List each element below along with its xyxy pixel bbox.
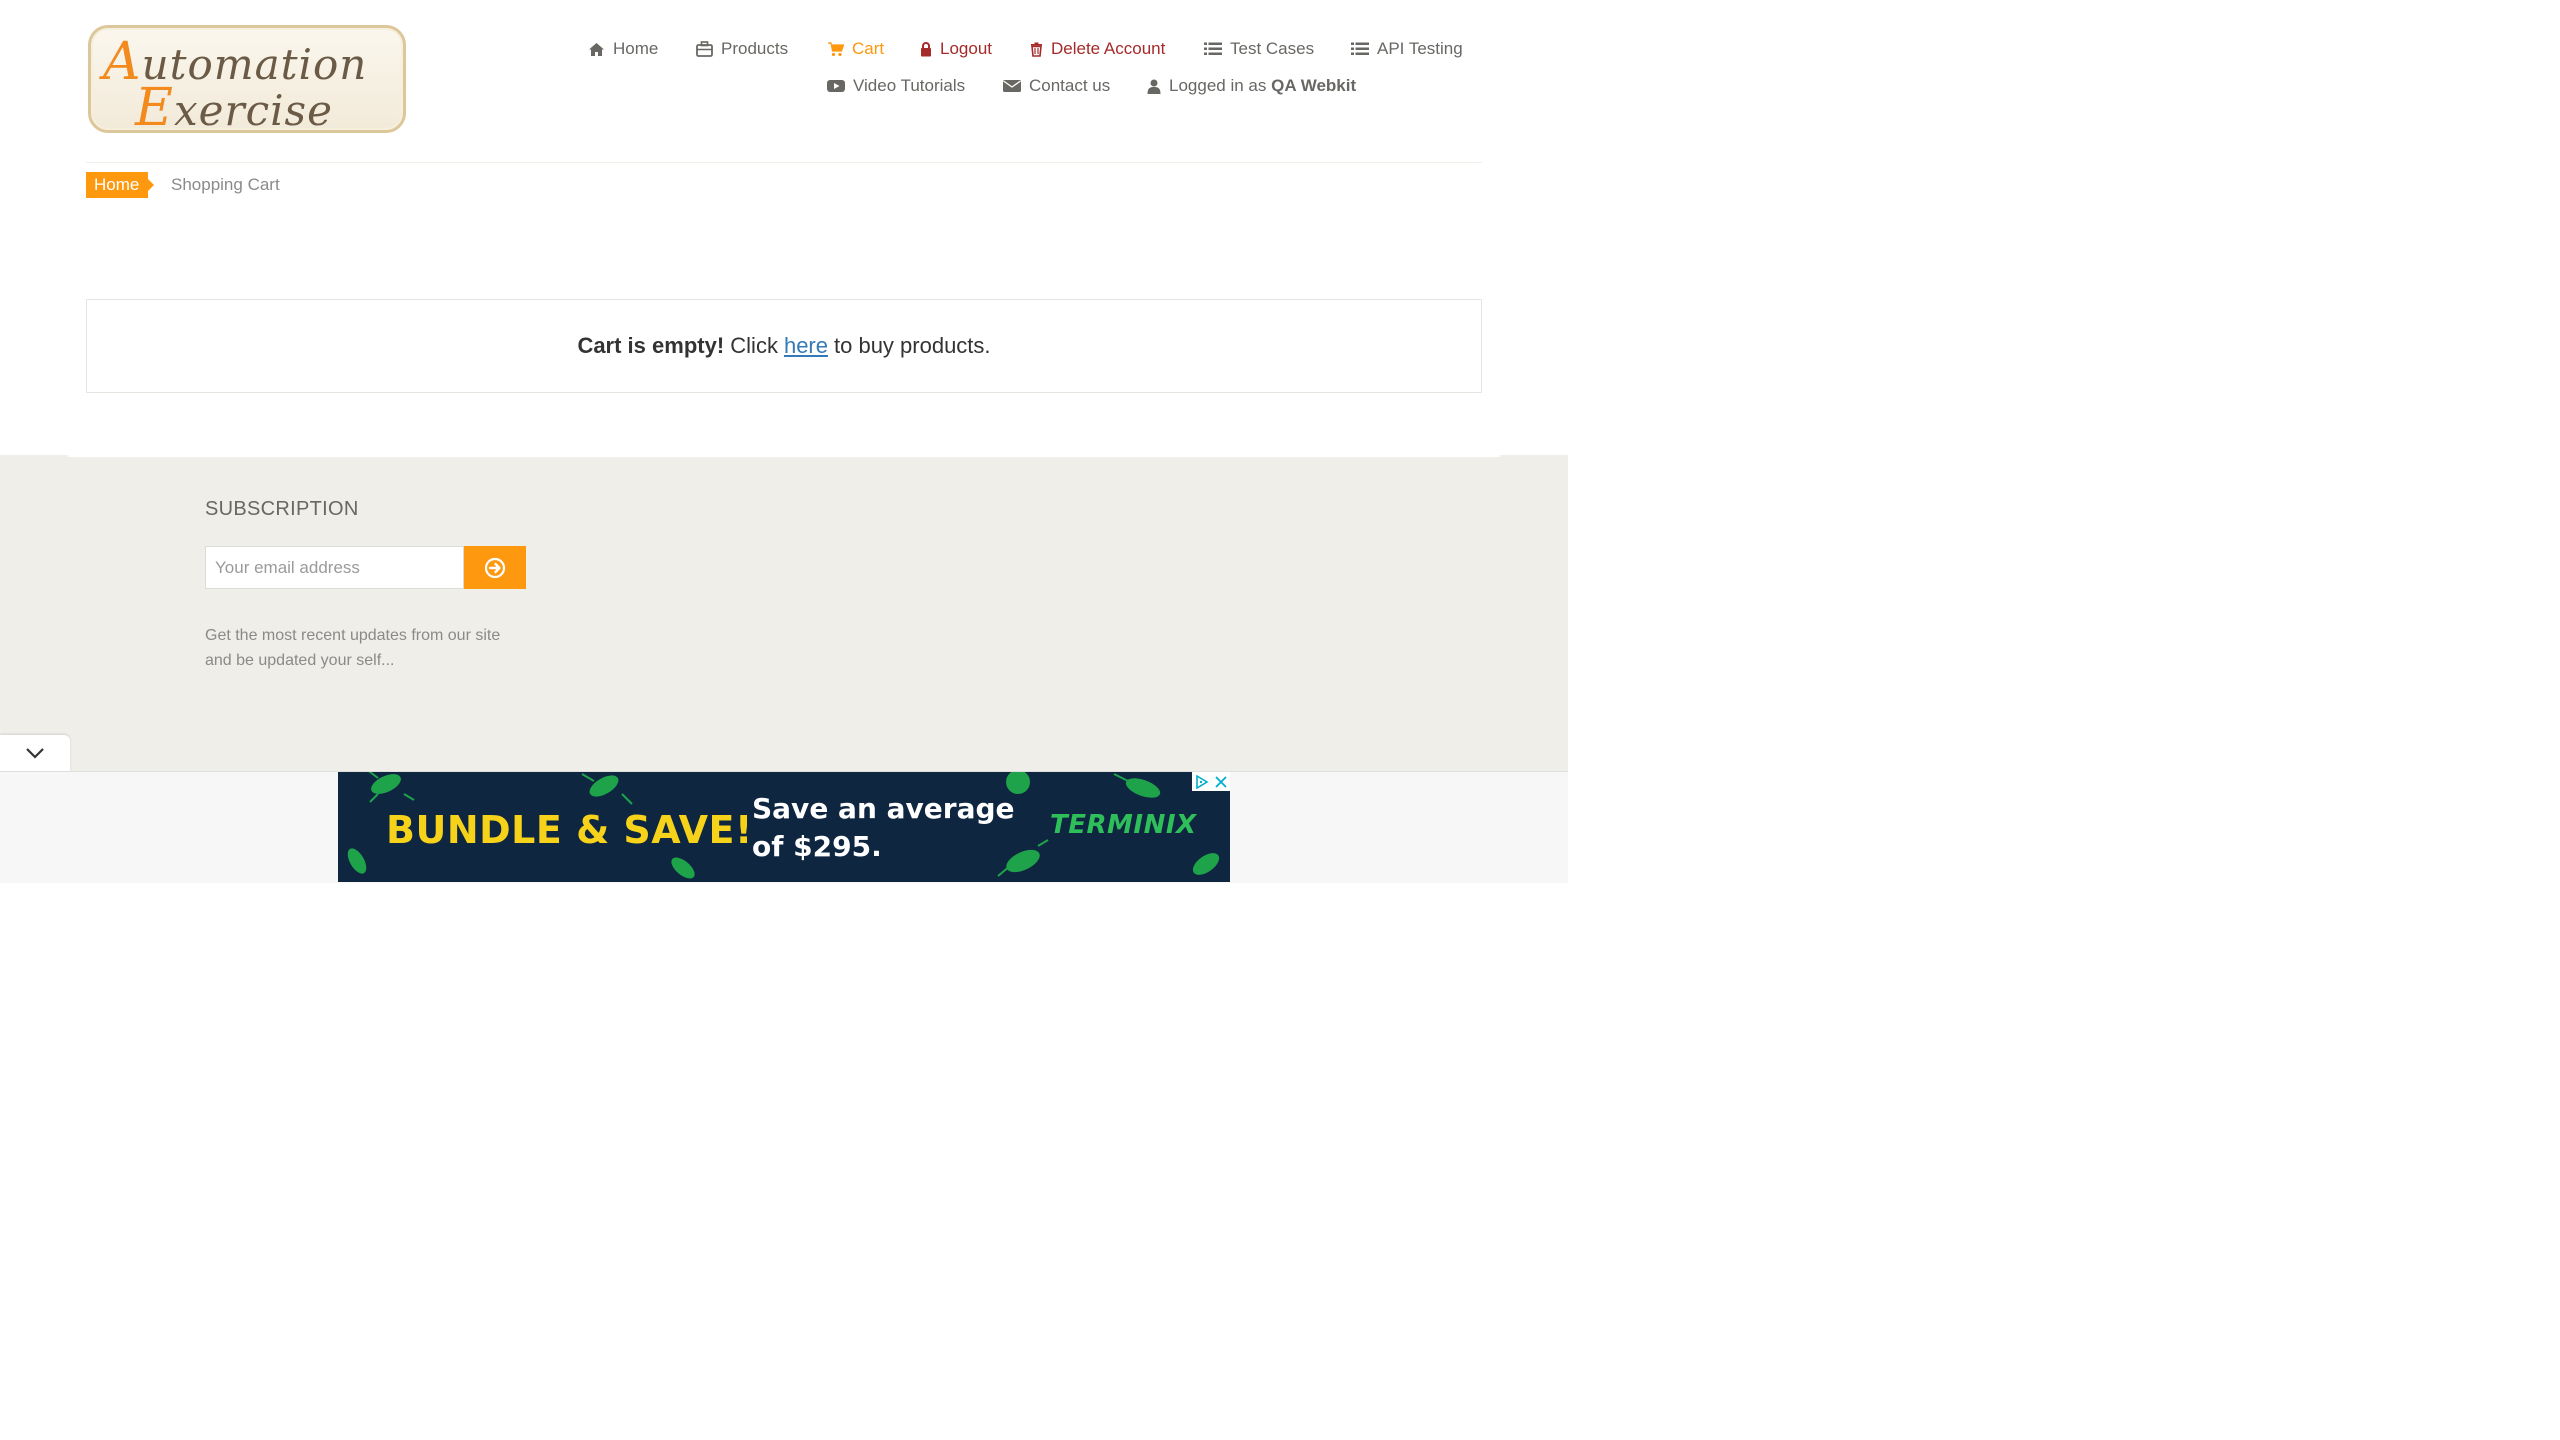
nav-api-testing[interactable]: API Testing [1351, 39, 1463, 59]
ad-banner[interactable]: BUNDLE & SAVE! Save an average of $295. … [338, 772, 1230, 882]
logged-in-username: QA Webkit [1271, 76, 1357, 95]
subscription-title: SUBSCRIPTION [205, 498, 359, 520]
ad-save-line-1: Save an average [752, 792, 1015, 825]
ad-collapse-toggle[interactable] [0, 735, 70, 771]
trash-icon [1031, 42, 1042, 57]
ad-choices-icon [1195, 774, 1209, 789]
bug-graphic [347, 848, 367, 874]
empty-cart-message: Cart is empty! Click here to buy products. [86, 299, 1482, 393]
header-divider [86, 162, 1482, 163]
nav-video-tutorials[interactable]: Video Tutorials [827, 76, 965, 96]
ad-headline: BUNDLE & SAVE! [386, 808, 753, 852]
ad-save-line-2: of $295. [752, 830, 882, 863]
site-logo[interactable]: Automation Exercise [88, 25, 406, 138]
bug-graphic [1192, 853, 1220, 875]
nav-delete-account[interactable]: Delete Account [1030, 39, 1165, 59]
bug-graphic [671, 857, 695, 879]
logged-in-status: Logged in as QA Webkit [1147, 76, 1356, 96]
buy-products-link[interactable]: here [784, 333, 828, 359]
youtube-play-icon [827, 80, 845, 92]
bug-graphic [1113, 773, 1161, 798]
nav-products[interactable]: Products [696, 39, 788, 59]
user-icon [1147, 79, 1161, 94]
subscribe-button[interactable] [464, 546, 526, 589]
ad-choices-button[interactable] [1192, 772, 1211, 791]
home-icon [589, 42, 604, 56]
arrow-circle-right-icon [484, 557, 506, 578]
lock-icon [921, 41, 931, 56]
shopping-cart-icon [828, 41, 844, 56]
close-icon [1214, 775, 1227, 788]
ad-close-button[interactable] [1211, 772, 1230, 791]
bug-graphic [581, 773, 633, 805]
ad-controls [1192, 772, 1230, 791]
breadcrumb-home[interactable]: Home [86, 172, 155, 198]
envelope-icon [1003, 80, 1021, 92]
briefcase-icon [696, 41, 713, 57]
site-header: Automation Exercise Home Products Cart L… [0, 0, 1568, 163]
breadcrumb-current: Shopping Cart [171, 175, 280, 194]
subscription-description: Get the most recent updates from our sit… [205, 627, 501, 669]
ad-brand-logo: TERMINIX [1050, 810, 1197, 840]
list-icon [1204, 42, 1222, 55]
nav-contact-us[interactable]: Contact us [1003, 76, 1110, 96]
nav-logout[interactable]: Logout [920, 39, 992, 59]
subscription-email-input[interactable] [205, 546, 464, 589]
bug-graphic [368, 772, 415, 803]
nav-test-cases[interactable]: Test Cases [1204, 39, 1314, 59]
list-icon [1351, 42, 1369, 55]
nav-home[interactable]: Home [588, 39, 658, 59]
bug-graphic [997, 839, 1049, 877]
chevron-down-icon [26, 748, 44, 759]
nav-cart[interactable]: Cart [828, 39, 884, 59]
